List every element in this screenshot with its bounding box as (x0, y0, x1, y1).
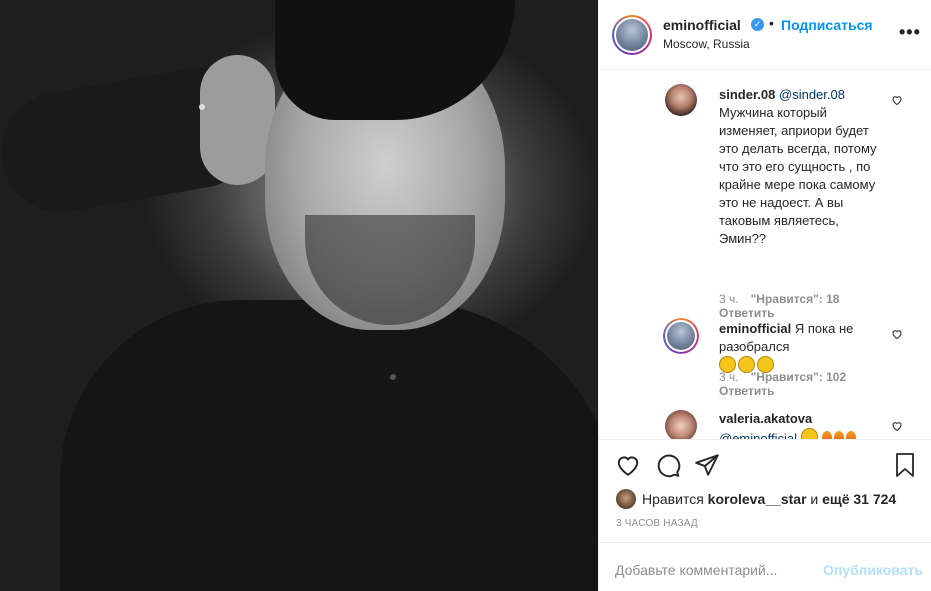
verified-badge-icon: ✓ (751, 18, 764, 31)
instagram-post-modal: eminofficial ✓ • Подписаться Moscow, Rus… (0, 0, 931, 591)
fire-icon (821, 431, 832, 439)
photo-shirt-button (390, 374, 396, 380)
heart-icon[interactable] (891, 420, 903, 432)
comment-mention[interactable]: @sinder.08 (779, 87, 845, 102)
commenter-avatar[interactable] (665, 410, 697, 439)
author-avatar[interactable] (612, 15, 652, 55)
comment-username[interactable]: sinder.08 (719, 87, 775, 102)
author-username[interactable]: eminofficial (663, 17, 741, 33)
likes-count[interactable]: ещё 31 724 (822, 491, 896, 507)
photo-body (60, 300, 598, 591)
reply-button[interactable]: Ответить (719, 306, 839, 320)
post-side-panel: eminofficial ✓ • Подписаться Moscow, Rus… (598, 0, 931, 591)
comment-likes[interactable]: "Нравится": 18 (751, 292, 840, 306)
comment-icon[interactable] (655, 452, 681, 478)
liked-by-middle: и (810, 491, 819, 507)
photo-hand (200, 55, 275, 185)
liker-avatar[interactable] (616, 489, 636, 509)
comment-text: Мужчина который изменяет, априори будет … (719, 105, 877, 246)
comment-body: sinder.08 @sinder.08 Мужчина который изм… (719, 86, 877, 248)
comment-meta: 3 ч. "Нравится": 102 Ответить (719, 370, 846, 398)
add-comment-bar: Добавьте комментарий... Опубликовать (599, 542, 931, 591)
more-options-icon[interactable]: ••• (899, 22, 921, 43)
share-icon[interactable] (694, 452, 720, 478)
fire-icon (845, 431, 856, 439)
comment-time[interactable]: 3 ч. (719, 292, 739, 306)
heart-icon[interactable] (891, 328, 903, 340)
save-icon[interactable] (893, 452, 917, 478)
publish-button[interactable]: Опубликовать (823, 562, 923, 578)
reply-button[interactable]: Ответить (719, 384, 846, 398)
follow-button[interactable]: Подписаться (781, 17, 873, 33)
comment-mention[interactable]: @eminofficial (719, 431, 797, 439)
commenter-avatar[interactable] (665, 84, 697, 116)
comment-likes[interactable]: "Нравится": 102 (751, 370, 847, 384)
heart-icon[interactable] (891, 94, 903, 106)
emoji-icon (800, 428, 818, 439)
post-timestamp[interactable]: 3 ЧАСОВ НАЗАД (616, 518, 698, 529)
photo-cuff-button (199, 104, 205, 110)
comment-time[interactable]: 3 ч. (719, 370, 739, 384)
commenter-avatar[interactable] (663, 318, 699, 354)
fire-icon (833, 431, 844, 439)
liked-by: Нравится koroleva__star и ещё 31 724 (616, 489, 896, 509)
comments-list[interactable]: sinder.08 @sinder.08 Мужчина который изм… (599, 70, 931, 440)
liker-username[interactable]: koroleva__star (708, 491, 807, 507)
post-location[interactable]: Moscow, Russia (663, 37, 750, 51)
comment-input[interactable]: Добавьте комментарий... (615, 562, 777, 578)
comment-username[interactable]: valeria.akatova (719, 411, 812, 426)
liked-by-prefix: Нравится (642, 491, 704, 507)
post-header: eminofficial ✓ • Подписаться Moscow, Rus… (599, 0, 931, 70)
comment-body: valeria.akatova @eminofficial (719, 410, 877, 439)
like-icon[interactable] (615, 452, 641, 478)
comment-body: eminofficial Я пока не разобрался (719, 320, 877, 376)
post-photo[interactable] (0, 0, 598, 591)
comment-username[interactable]: eminofficial (719, 321, 791, 336)
header-separator: • (769, 15, 774, 31)
comment-meta: 3 ч. "Нравится": 18 Ответить (719, 292, 839, 320)
